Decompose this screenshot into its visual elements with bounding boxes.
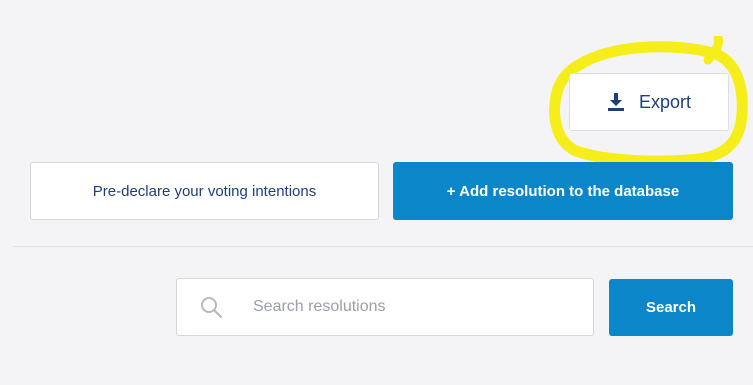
search-field[interactable] [176,278,594,336]
export-button[interactable]: Export [569,73,729,131]
add-resolution-button[interactable]: + Add resolution to the database [393,162,733,220]
search-button[interactable]: Search [609,279,733,336]
predeclare-voting-intentions-button[interactable]: Pre-declare your voting intentions [30,162,379,220]
add-resolution-label: + Add resolution to the database [446,182,680,200]
download-icon [607,92,625,112]
search-button-label: Search [645,299,697,316]
section-divider [13,246,753,247]
export-label: Export [638,91,692,112]
predeclare-label: Pre-declare your voting intentions [92,182,317,200]
search-icon [199,295,223,319]
search-input[interactable] [251,297,555,317]
